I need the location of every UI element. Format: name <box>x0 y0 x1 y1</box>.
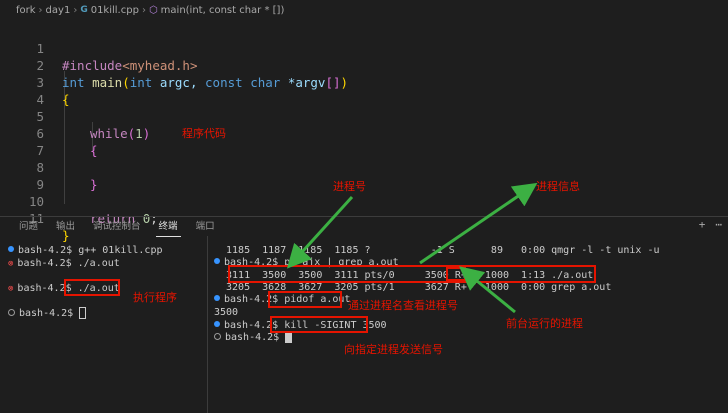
code-line: 4 <box>0 74 728 107</box>
tab-problems[interactable]: 问题 <box>10 217 47 237</box>
code-line: 11 } <box>0 193 728 243</box>
code-line: 8 } <box>0 142 728 192</box>
tab-debug-console[interactable]: 调试控制台 <box>84 217 150 237</box>
breadcrumb-folder-day1[interactable]: day1 <box>46 5 71 16</box>
breadcrumb-file[interactable]: 01kill.cpp <box>91 5 139 16</box>
terminal-line: bash-4.2$ g++ 01kill.cpp <box>8 244 163 257</box>
terminal-cursor <box>79 307 87 319</box>
breadcrumb: fork › day1 › G 01kill.cpp › ⬡ main(int,… <box>0 0 728 20</box>
code-line: 9 <box>0 159 728 192</box>
chevron-right-icon: › <box>73 4 78 16</box>
terminal-line: ⊗ bash-4.2$ ./a.out <box>8 258 120 269</box>
terminal-left[interactable]: bash-4.2$ g++ 01kill.cpp ⊗ bash-4.2$ ./a.… <box>0 236 205 413</box>
highlight-box-process-row <box>228 265 596 283</box>
chevron-right-icon: › <box>38 4 43 16</box>
idle-dot-icon <box>214 332 221 340</box>
code-line: 6 { <box>0 108 728 158</box>
annotation-code: 程序代码 <box>182 127 226 140</box>
error-icon: ⊗ <box>8 284 14 294</box>
code-line: 1 #include<myhead.h> <box>0 23 728 73</box>
success-dot-icon <box>214 321 220 327</box>
highlight-box-run <box>64 279 120 296</box>
code-line: 2 int main(int argc, const char *argv[]) <box>0 40 728 90</box>
code-line: 7 <box>0 125 728 158</box>
terminal-line: bash-4.2$ <box>8 307 87 320</box>
success-dot-icon <box>214 258 220 264</box>
annotation-find-pid: 通过进程名查看进程号 <box>348 299 458 312</box>
panel-tab-bar: 问题 输出 调试控制台 终端 端口 <box>0 216 728 237</box>
terminal-line: 3500 <box>214 307 239 318</box>
error-icon: ⊗ <box>8 259 14 269</box>
add-terminal-icon[interactable]: + <box>699 218 706 231</box>
idle-dot-icon <box>8 308 15 316</box>
annotation-pid: 进程号 <box>333 180 366 193</box>
cpp-file-icon: G <box>80 5 88 15</box>
breadcrumb-symbol[interactable]: main(int, const char * []) <box>161 5 285 16</box>
tab-ports[interactable]: 端口 <box>187 217 224 237</box>
highlight-box-pidof <box>268 291 342 308</box>
tab-output[interactable]: 输出 <box>47 217 84 237</box>
code-line: 5 while(1) <box>0 91 728 141</box>
success-dot-icon <box>214 295 220 301</box>
highlight-box-kill <box>270 316 368 333</box>
annotation-foreground: 前台运行的进程 <box>506 317 583 330</box>
more-actions-icon[interactable]: ⋯ <box>715 218 722 231</box>
breadcrumb-folder-fork[interactable]: fork <box>16 5 36 16</box>
highlight-box-state <box>446 267 466 281</box>
terminal-split-divider[interactable] <box>207 236 208 413</box>
annotation-run-program: 执行程序 <box>133 291 177 304</box>
annotation-send-signal: 向指定进程发送信号 <box>344 343 443 356</box>
tab-terminal[interactable]: 终端 <box>150 217 187 237</box>
code-line: 3 { <box>0 57 728 107</box>
function-symbol-icon: ⬡ <box>148 4 158 16</box>
success-dot-icon <box>8 246 14 252</box>
chevron-right-icon: › <box>141 4 146 16</box>
annotation-process-info: 进程信息 <box>536 180 580 193</box>
panel-controls: + ⋯ <box>699 218 722 231</box>
